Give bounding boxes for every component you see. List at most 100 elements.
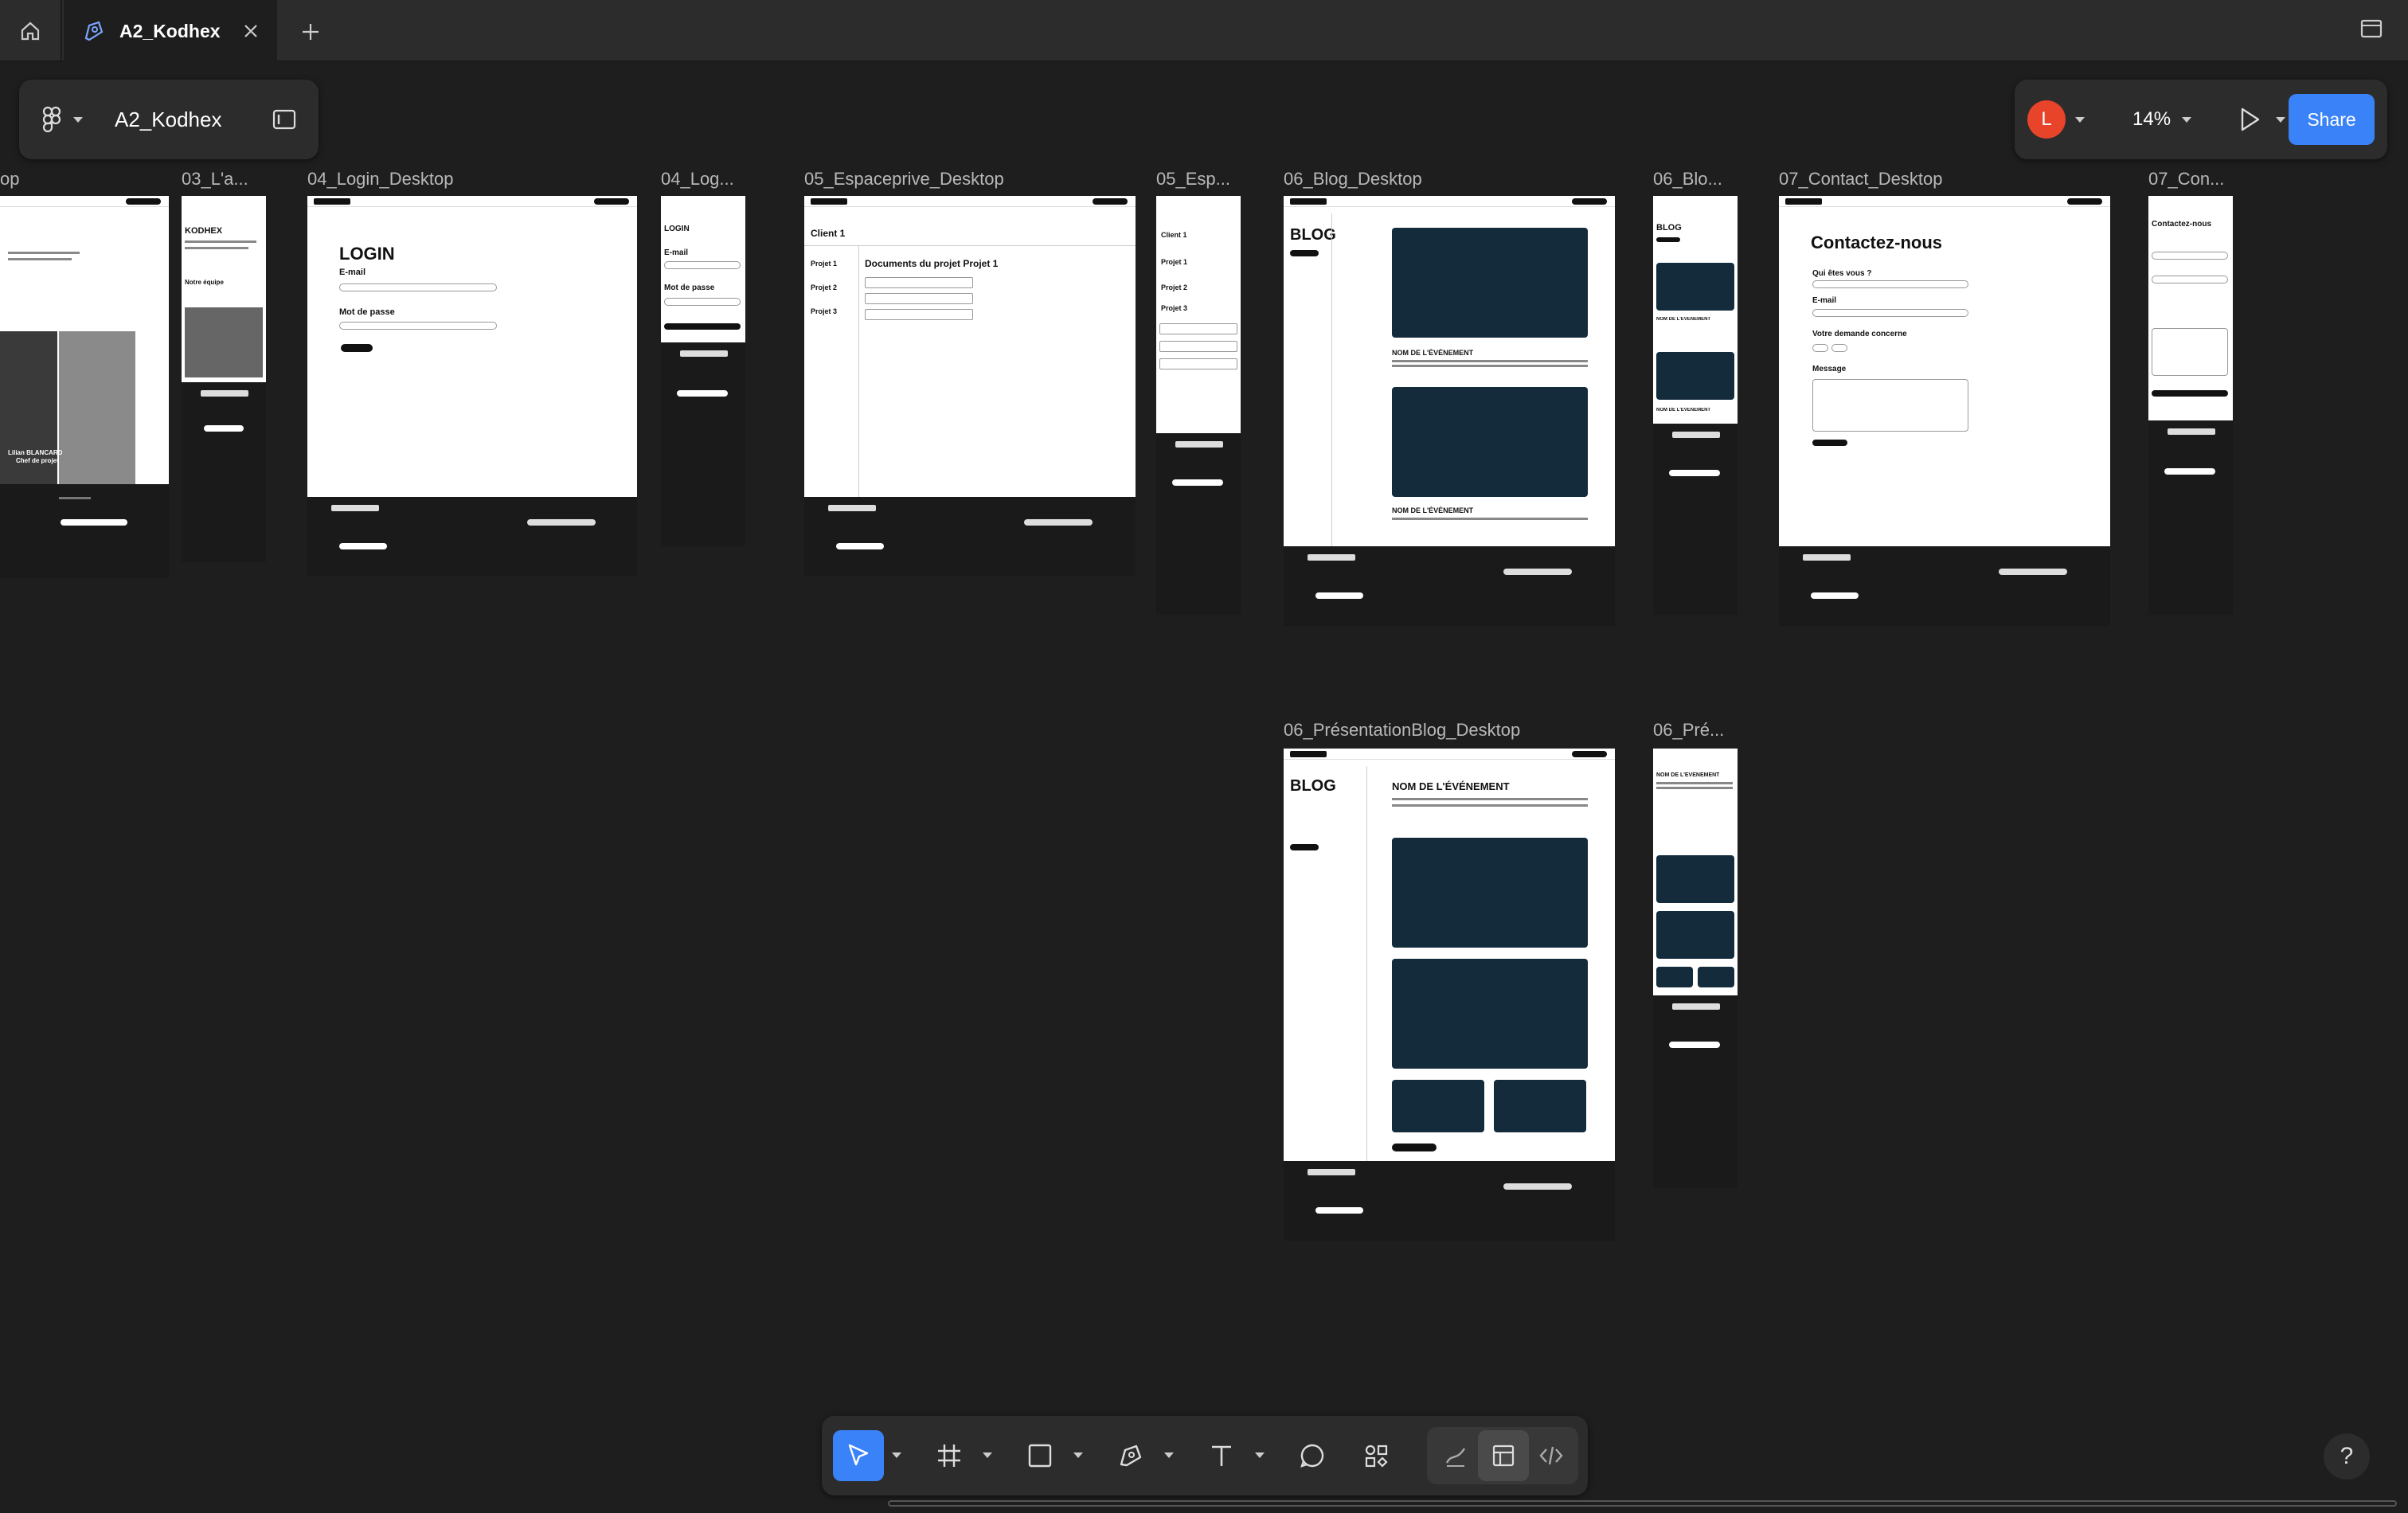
design-mode-button[interactable] bbox=[1478, 1430, 1529, 1481]
footer-logo bbox=[2168, 428, 2215, 435]
frame-06-mobile[interactable]: BLOG NOM DE L'ÉVÉNEMENT NOM DE L'ÉVÉNEME… bbox=[1653, 196, 1738, 615]
play-icon[interactable] bbox=[2236, 106, 2263, 133]
frame-label-06-mobile[interactable]: 06_Blo... bbox=[1653, 169, 1741, 190]
frame-label-05-mobile[interactable]: 05_Esp... bbox=[1156, 169, 1244, 190]
frame-label-03-mobile[interactable]: 03_L'a... bbox=[182, 169, 261, 190]
frame-input bbox=[664, 298, 741, 306]
move-tool-button[interactable] bbox=[833, 1430, 884, 1481]
frame-label-06-desktop[interactable]: 06_Blog_Desktop bbox=[1284, 169, 1422, 190]
frame-label-07-mobile[interactable]: 07_Con... bbox=[2148, 169, 2236, 190]
move-tool-chevron-icon[interactable] bbox=[892, 1452, 901, 1458]
frame-heading: Client 1 bbox=[1161, 231, 1187, 239]
frame-07-mobile[interactable]: Contactez-nous bbox=[2148, 196, 2233, 615]
figma-logo-icon[interactable] bbox=[41, 106, 64, 133]
frame-heading: Contactez-nous bbox=[2152, 220, 2211, 229]
frame-heading: BLOG bbox=[1290, 777, 1336, 795]
close-icon[interactable] bbox=[242, 22, 260, 40]
home-icon bbox=[21, 22, 40, 41]
frame-03-desktop[interactable]: Lilian BLANCARD Chef de projet bbox=[0, 196, 169, 578]
frame-footer bbox=[1653, 424, 1738, 615]
frame-button bbox=[1812, 440, 1847, 446]
blog-image bbox=[1698, 967, 1734, 987]
frame-footer bbox=[182, 382, 266, 562]
text-line bbox=[185, 240, 256, 243]
menu-chevron-down-icon[interactable] bbox=[73, 116, 83, 123]
pen-tool-chevron-icon[interactable] bbox=[1164, 1452, 1174, 1458]
footer-input bbox=[1503, 1183, 1572, 1190]
rectangle-tool-button[interactable] bbox=[1014, 1430, 1065, 1481]
frame-05-mobile[interactable]: Client 1 Projet 1 Projet 2 Projet 3 bbox=[1156, 196, 1241, 615]
draw-mode-button[interactable] bbox=[1430, 1430, 1481, 1481]
frame-06p-mobile[interactable]: NOM DE L'ÉVÉNEMENT bbox=[1653, 749, 1738, 1188]
pen-tool-button[interactable] bbox=[1105, 1430, 1156, 1481]
text-line bbox=[1392, 518, 1588, 520]
filter-pill bbox=[1290, 844, 1319, 850]
footer-logo bbox=[1175, 441, 1223, 448]
frame-06p-desktop[interactable]: BLOG NOM DE L'ÉVÉNEMENT bbox=[1284, 749, 1615, 1241]
new-tab-button[interactable] bbox=[295, 16, 326, 48]
frame-05-desktop[interactable]: Client 1 Projet 1 Projet 2 Projet 3 Docu… bbox=[804, 196, 1136, 577]
frame-footer bbox=[1284, 546, 1615, 626]
frame-chip bbox=[1831, 344, 1847, 352]
frame-label-05-desktop[interactable]: 05_Espaceprive_Desktop bbox=[804, 169, 1004, 190]
footer-input bbox=[1999, 569, 2067, 575]
footer-pill bbox=[1811, 592, 1859, 599]
frame-tool-chevron-icon[interactable] bbox=[983, 1452, 992, 1458]
frame-field-label: E-mail bbox=[339, 268, 366, 277]
frame-06-desktop[interactable]: BLOG NOM DE L'ÉVÉNEMENT NOM DE L'ÉVÉNEME… bbox=[1284, 196, 1615, 626]
nav-cta bbox=[126, 198, 161, 205]
frame-field-label: Mot de passe bbox=[664, 283, 715, 292]
avatar[interactable]: L bbox=[2027, 100, 2066, 139]
frame-field-label: Votre demande concerne bbox=[1812, 330, 1907, 338]
frame-label-03-desktop[interactable]: op bbox=[0, 169, 19, 190]
pen-icon bbox=[1120, 1445, 1142, 1467]
frame-field-label: Message bbox=[1812, 365, 1847, 373]
nav-logo bbox=[1785, 198, 1822, 205]
file-tab[interactable]: A2_Kodhex bbox=[64, 0, 277, 62]
frame-tool-button[interactable] bbox=[924, 1430, 975, 1481]
text-tool-button[interactable] bbox=[1196, 1430, 1247, 1481]
frame-04-desktop[interactable]: LOGIN E-mail Mot de passe bbox=[307, 196, 637, 577]
file-name[interactable]: A2_Kodhex bbox=[115, 108, 272, 132]
frame-nav bbox=[307, 196, 637, 207]
avatar-chevron-down-icon[interactable] bbox=[2075, 116, 2085, 123]
zoom-level[interactable]: 14% bbox=[2132, 108, 2171, 131]
frame-03-mobile[interactable]: KODHEX Notre équipe bbox=[182, 196, 266, 562]
zoom-chevron-down-icon[interactable] bbox=[2182, 116, 2192, 123]
help-button[interactable]: ? bbox=[2324, 1433, 2370, 1480]
divider bbox=[1366, 766, 1367, 1164]
footer-input bbox=[1024, 519, 1093, 526]
frame-input bbox=[2152, 276, 2228, 283]
comment-tool-button[interactable] bbox=[1287, 1430, 1338, 1481]
actions-tool-button[interactable] bbox=[1351, 1430, 1401, 1481]
frame-label-04-mobile[interactable]: 04_Log... bbox=[661, 169, 749, 190]
frame-label-06p-desktop[interactable]: 06_PrésentationBlog_Desktop bbox=[1284, 720, 1520, 741]
play-chevron-down-icon[interactable] bbox=[2276, 116, 2286, 123]
footer-pill bbox=[1315, 1207, 1363, 1214]
text-line bbox=[1656, 787, 1733, 789]
frame-field-label: E-mail bbox=[1812, 296, 1837, 305]
frame-04-mobile[interactable]: LOGIN E-mail Mot de passe bbox=[661, 196, 745, 546]
frame-label-04-desktop[interactable]: 04_Login_Desktop bbox=[307, 169, 453, 190]
frame-07-desktop[interactable]: Contactez-nous Qui êtes vous ? E-mail Vo… bbox=[1779, 196, 2110, 626]
blog-image bbox=[1656, 855, 1734, 903]
home-tab[interactable] bbox=[0, 0, 62, 62]
footer-pill bbox=[1315, 592, 1363, 599]
rectangle-tool-chevron-icon[interactable] bbox=[1073, 1452, 1083, 1458]
frame-heading: Client 1 bbox=[811, 228, 846, 239]
dev-mode-button[interactable] bbox=[1526, 1430, 1577, 1481]
tab-bar: A2_Kodhex bbox=[0, 0, 2408, 62]
share-button[interactable]: Share bbox=[2289, 94, 2375, 145]
horizontal-scrollbar[interactable] bbox=[888, 1500, 2397, 1507]
frame-label-06p-mobile[interactable]: 06_Pré... bbox=[1653, 720, 1741, 741]
bottom-toolbar bbox=[822, 1416, 1588, 1495]
library-button[interactable] bbox=[2359, 16, 2390, 48]
frame-field-label: E-mail bbox=[664, 248, 689, 257]
text-tool-chevron-icon[interactable] bbox=[1255, 1452, 1265, 1458]
frame-button bbox=[341, 344, 373, 352]
frame-footer bbox=[2148, 420, 2233, 615]
text-line bbox=[1392, 798, 1588, 800]
nav-logo bbox=[811, 198, 847, 205]
frame-label-07-desktop[interactable]: 07_Contact_Desktop bbox=[1779, 169, 1942, 190]
toggle-sidebar-icon[interactable] bbox=[272, 109, 296, 130]
